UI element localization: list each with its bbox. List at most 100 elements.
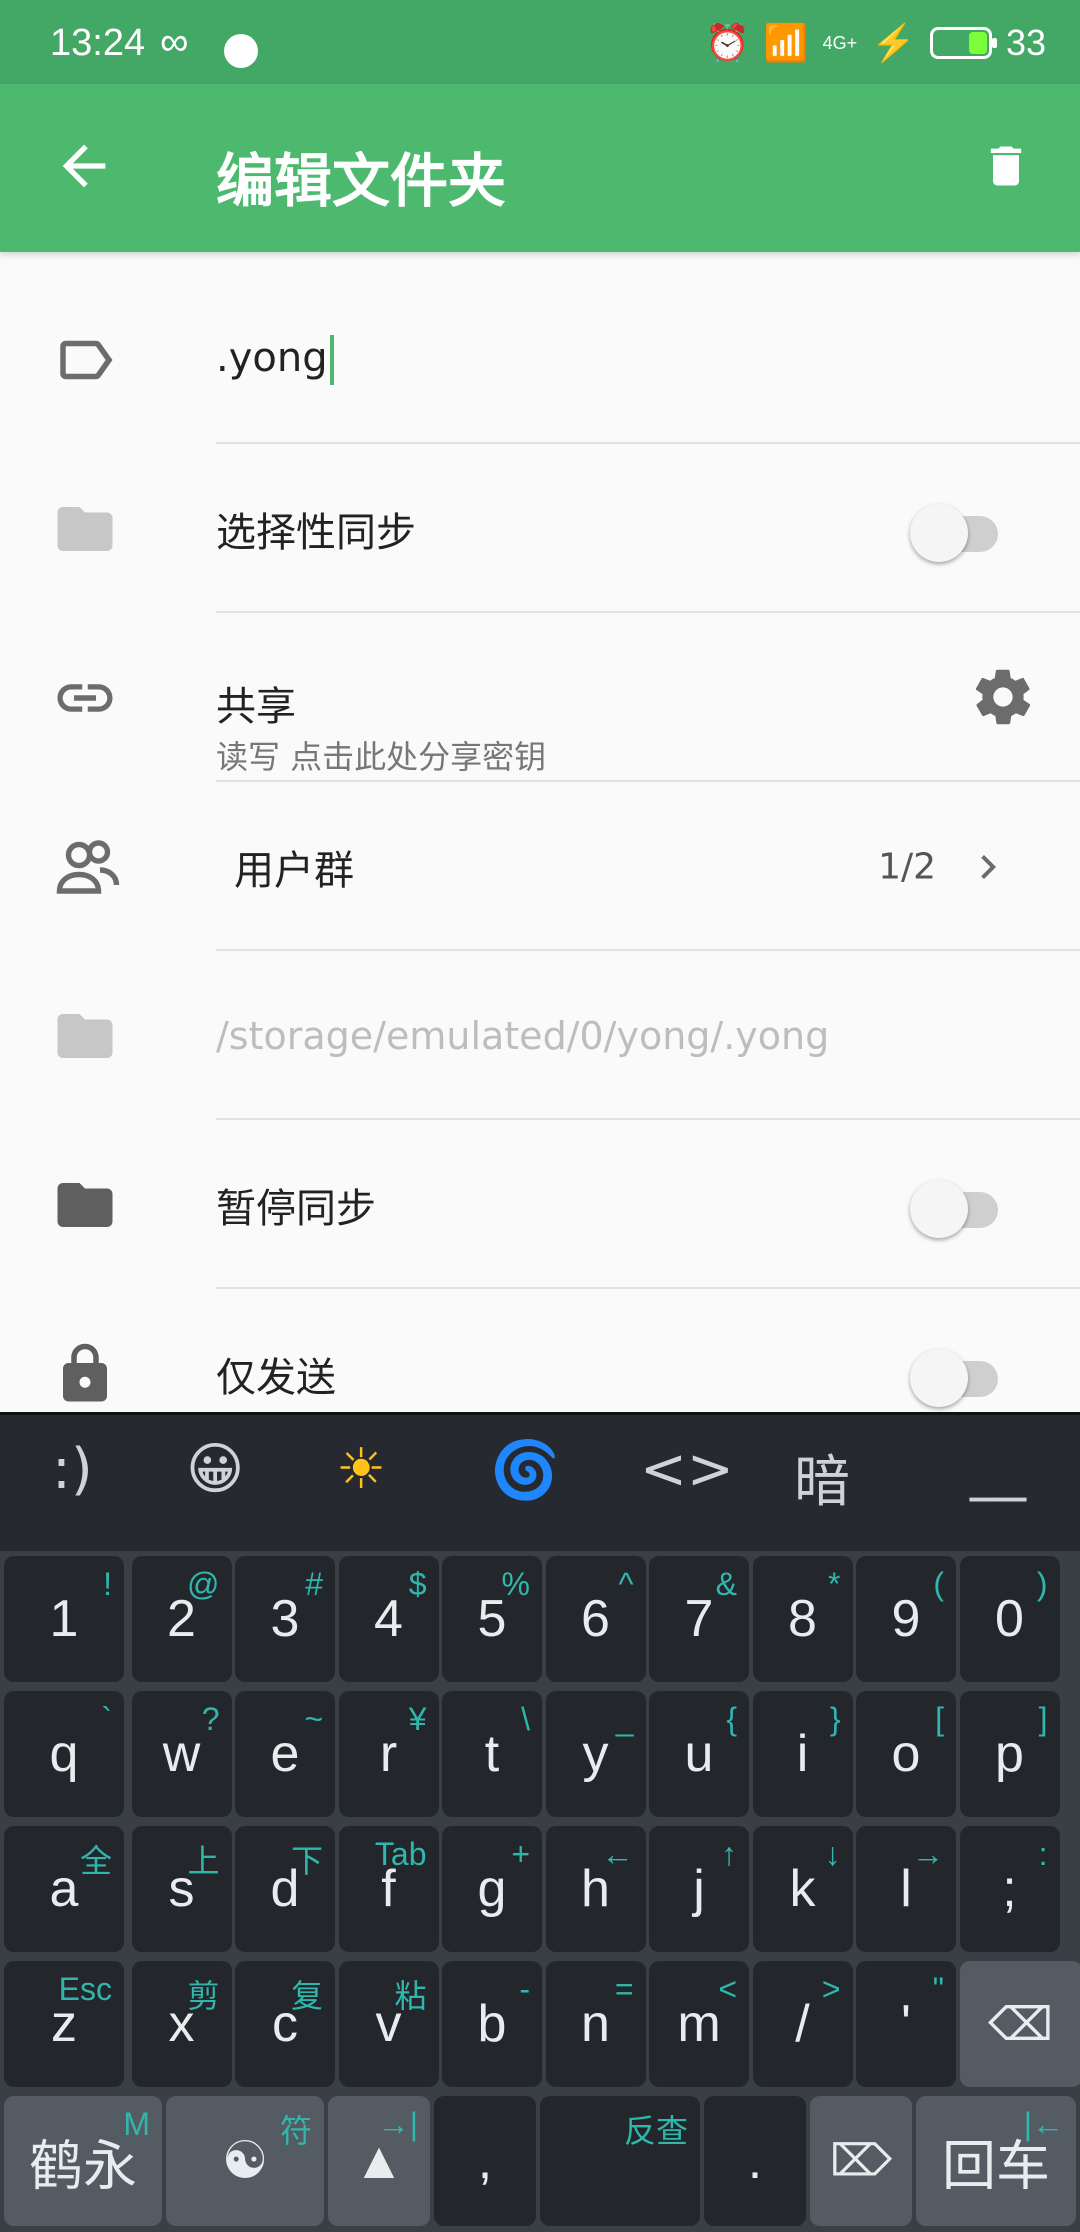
symbol-key[interactable]: 符 ☯ bbox=[166, 2096, 324, 2226]
candidate-sun[interactable]: ☀ bbox=[336, 1437, 386, 1502]
key-z-5[interactable]: = n bbox=[545, 1961, 646, 2087]
share-label: 共享 bbox=[216, 684, 296, 730]
key-q-5[interactable]: _ y bbox=[545, 1691, 646, 1817]
key-numbers-4[interactable]: % 5 bbox=[442, 1556, 542, 1682]
key-numbers-6[interactable]: & 7 bbox=[649, 1556, 749, 1682]
settings-gear-icon[interactable] bbox=[970, 664, 1036, 730]
key-main-label: c bbox=[272, 1995, 298, 2053]
key-q-4[interactable]: \ t bbox=[442, 1691, 542, 1817]
candidate-an[interactable]: 暗 bbox=[794, 1437, 850, 1518]
key-q-7[interactable]: } i bbox=[752, 1691, 853, 1817]
share-row[interactable]: 共享 读写 点击此处分享密钥 bbox=[0, 614, 1080, 782]
selective-sync-switch[interactable] bbox=[910, 504, 1000, 562]
key-alt-label: 反查 bbox=[623, 2113, 688, 2149]
send-only-switch[interactable] bbox=[910, 1349, 1000, 1407]
key-z-3[interactable]: 粘v bbox=[338, 1961, 439, 2087]
back-arrow-icon[interactable] bbox=[52, 134, 116, 198]
key-main-label: x bbox=[168, 1995, 195, 2053]
key-a-9[interactable]: :; bbox=[959, 1826, 1060, 1952]
charging-icon: ⚡ bbox=[871, 22, 916, 63]
key-a-7[interactable]: ↓ k bbox=[752, 1826, 853, 1952]
key-a-3[interactable]: Tab f bbox=[338, 1826, 439, 1952]
key-a-2[interactable]: 下d bbox=[235, 1826, 335, 1952]
period-key[interactable]: . bbox=[704, 2096, 806, 2226]
candidate-angle-brackets[interactable]: <> bbox=[640, 1437, 734, 1502]
key-main-label: 鹤永 bbox=[29, 2136, 137, 2197]
wifi-icon: 📶 bbox=[763, 22, 809, 63]
key-main-label: h bbox=[581, 1860, 610, 1918]
key-main-label: 3 bbox=[270, 1590, 300, 1648]
shift-key[interactable]: →| ▲ bbox=[328, 2096, 430, 2226]
keyboard: :) 😀 ☀ 🌀 <> 暗 __ ! 1 @2 #3 $4% 5 ^ 6 & 7 * 8(9) 0 ` q?… bbox=[0, 1412, 1080, 2232]
key-a-6[interactable]: ↑ j bbox=[649, 1826, 749, 1952]
candidate-smiley-text[interactable]: :) bbox=[52, 1437, 93, 1502]
key-z-1[interactable]: 剪x bbox=[131, 1961, 232, 2087]
user-group-label: 用户群 bbox=[234, 848, 354, 894]
backspace-key[interactable]: ⌫ bbox=[959, 1961, 1080, 2087]
key-z-4[interactable]: -b bbox=[442, 1961, 542, 2087]
key-main-label: l bbox=[900, 1860, 912, 1918]
key-numbers-5[interactable]: ^ 6 bbox=[545, 1556, 646, 1682]
key-z-6[interactable]: < m bbox=[649, 1961, 749, 2087]
selective-sync-label: 选择性同步 bbox=[216, 510, 416, 556]
key-main-label: 回车 bbox=[942, 2136, 1050, 2197]
key-q-9[interactable]: ] p bbox=[959, 1691, 1060, 1817]
app-bar: 编辑文件夹 bbox=[0, 84, 1080, 252]
battery-icon bbox=[929, 27, 997, 59]
key-numbers-0[interactable]: ! 1 bbox=[4, 1556, 124, 1682]
key-q-8[interactable]: [o bbox=[856, 1691, 956, 1817]
folder-icon bbox=[57, 507, 113, 551]
user-group-count: 1/2 bbox=[878, 846, 936, 888]
ime-switch-key[interactable]: M 鹤永 bbox=[4, 2096, 162, 2226]
key-a-5[interactable]: ← h bbox=[545, 1826, 646, 1952]
pause-sync-row[interactable]: 暂停同步 bbox=[0, 1121, 1080, 1289]
key-numbers-9[interactable]: ) 0 bbox=[959, 1556, 1060, 1682]
share-subtitle: 读写 点击此处分享密钥 bbox=[216, 738, 547, 776]
key-z-8[interactable]: " ' bbox=[856, 1961, 956, 2087]
clear-key[interactable]: ⌦ bbox=[810, 2096, 912, 2226]
key-z-7[interactable]: > / bbox=[752, 1961, 853, 2087]
key-main-label: 4 bbox=[374, 1590, 403, 1648]
backspace-icon: ⌫ bbox=[987, 1998, 1054, 2050]
candidate-emoji-grin[interactable]: 😀 bbox=[186, 1437, 244, 1502]
trash-icon[interactable] bbox=[980, 136, 1032, 196]
key-numbers-7[interactable]: * 8 bbox=[752, 1556, 853, 1682]
space-key[interactable]: 反查 bbox=[540, 2096, 700, 2226]
candidate-cyclone[interactable]: 🌀 bbox=[490, 1437, 560, 1503]
shift-arrow-icon: ▲ bbox=[353, 2132, 405, 2190]
key-q-1[interactable]: ? w bbox=[131, 1691, 232, 1817]
key-q-0[interactable]: ` q bbox=[4, 1691, 124, 1817]
key-z-2[interactable]: 复c bbox=[235, 1961, 335, 2087]
pause-sync-switch[interactable] bbox=[910, 1180, 1000, 1238]
notification-icon bbox=[224, 34, 258, 68]
key-main-label: k bbox=[789, 1860, 816, 1918]
key-a-1[interactable]: 上s bbox=[131, 1826, 232, 1952]
key-main-label: 9 bbox=[891, 1590, 921, 1648]
key-a-8[interactable]: → l bbox=[856, 1826, 956, 1952]
key-main-label: t bbox=[484, 1725, 500, 1783]
battery-level: 33 bbox=[1005, 22, 1046, 63]
key-numbers-1[interactable]: @2 bbox=[131, 1556, 232, 1682]
user-group-row[interactable]: 用户群 1/2 bbox=[0, 783, 1080, 951]
folder-path: /storage/emulated/0/yong/.yong bbox=[216, 1014, 830, 1058]
key-numbers-8[interactable]: (9 bbox=[856, 1556, 956, 1682]
key-main-label: / bbox=[795, 1995, 810, 2053]
comma-key[interactable]: , bbox=[434, 2096, 536, 2226]
chevron-right-icon bbox=[981, 855, 996, 879]
selective-sync-row[interactable]: 选择性同步 bbox=[0, 445, 1080, 613]
divider bbox=[216, 442, 1080, 444]
folder-label-input[interactable]: .yong bbox=[216, 335, 334, 385]
candidate-underscore[interactable]: __ bbox=[970, 1437, 1026, 1502]
enter-key[interactable]: |← 回车 bbox=[916, 2096, 1076, 2226]
key-main-label: q bbox=[49, 1725, 79, 1783]
key-z-0[interactable]: Esc z bbox=[4, 1961, 124, 2087]
key-q-2[interactable]: ~ e bbox=[235, 1691, 335, 1817]
key-main-label: 1 bbox=[49, 1590, 79, 1648]
key-numbers-3[interactable]: $4 bbox=[338, 1556, 439, 1682]
key-q-3[interactable]: ¥ r bbox=[338, 1691, 439, 1817]
key-a-4[interactable]: + g bbox=[442, 1826, 542, 1952]
key-main-label: o bbox=[891, 1725, 921, 1783]
key-q-6[interactable]: {u bbox=[649, 1691, 749, 1817]
key-numbers-2[interactable]: #3 bbox=[235, 1556, 335, 1682]
key-a-0[interactable]: 全a bbox=[4, 1826, 124, 1952]
